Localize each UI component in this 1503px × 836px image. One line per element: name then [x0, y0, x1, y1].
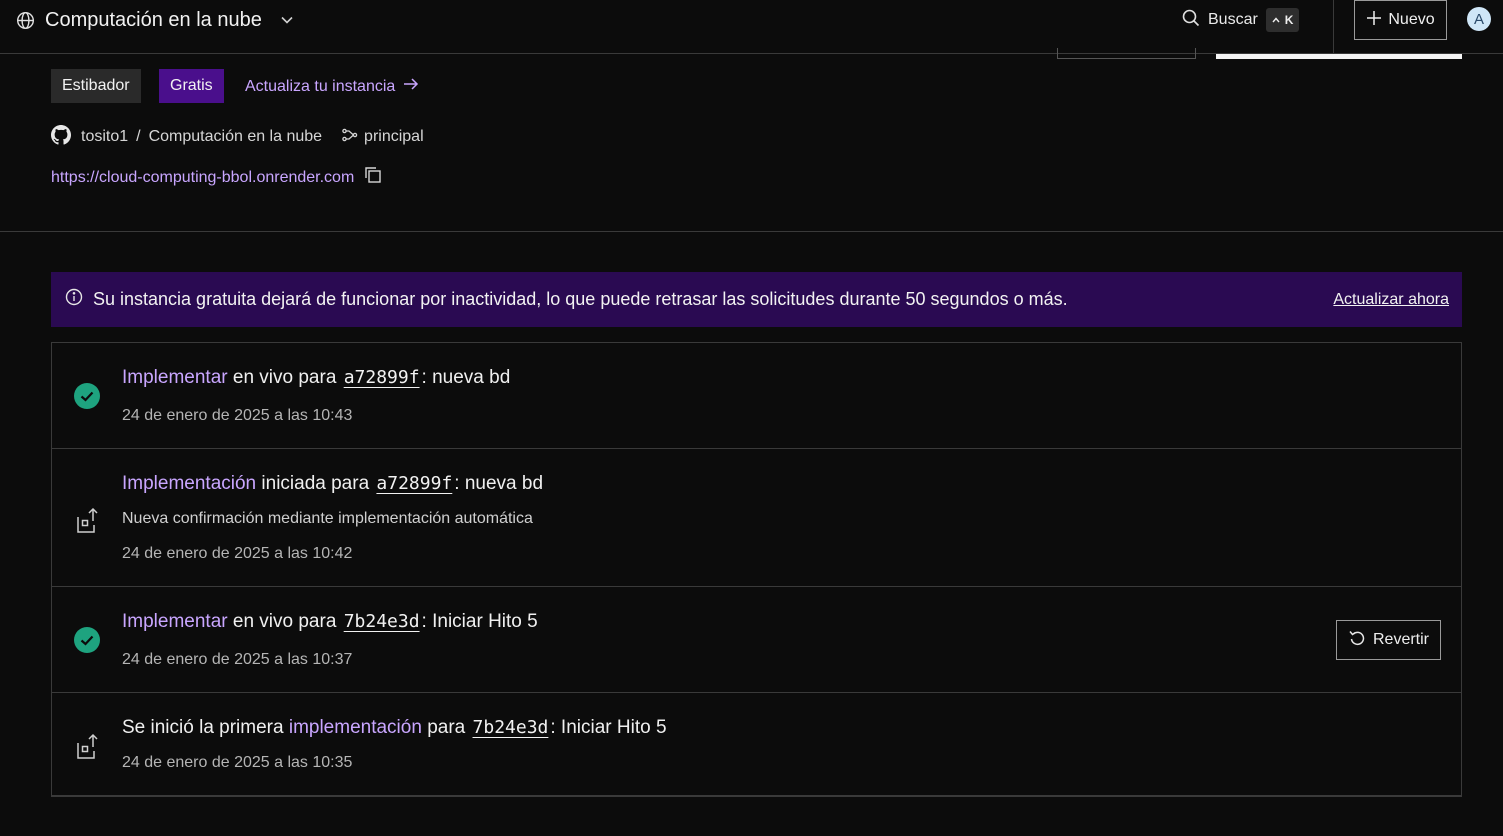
upgrade-now-link[interactable]: Actualizar ahora: [1333, 291, 1449, 309]
event-title: Se inició la primera implementación para…: [122, 717, 667, 739]
event-time: 24 de enero de 2025 a las 10:43: [122, 407, 353, 424]
upgrade-link-label: Actualiza tu instancia: [245, 77, 396, 95]
arrow-right-icon: [403, 77, 419, 96]
event-item: Se inició la primera implementación para…: [52, 693, 1461, 796]
rollback-button[interactable]: Revertir: [1336, 620, 1441, 660]
new-button-label: Nuevo: [1388, 11, 1435, 28]
header-action-button[interactable]: [1057, 48, 1196, 59]
plan-badge: Gratis: [159, 69, 224, 103]
plus-icon: [1366, 10, 1382, 31]
topbar-divider: [1333, 0, 1334, 54]
event-time: 24 de enero de 2025 a las 10:37: [122, 651, 353, 668]
event-middle: iniciada para: [256, 473, 375, 494]
search-icon: [1182, 9, 1200, 32]
repo-info: tosito1 / Computación en la nube princip…: [51, 124, 424, 150]
commit-sha-link[interactable]: 7b24e3d: [473, 717, 549, 738]
event-link[interactable]: Implementar: [122, 367, 228, 388]
event-title: Implementar en vivo para a72899f: nueva …: [122, 367, 510, 389]
globe-icon: [16, 11, 35, 30]
banner-message: Su instancia gratuita dejará de funciona…: [93, 289, 1068, 309]
section-divider: [0, 231, 1503, 232]
info-icon: [65, 288, 83, 311]
deploy-icon: [74, 505, 100, 540]
workspace-switcher[interactable]: Computación en la nube: [16, 8, 294, 32]
check-circle-icon: [74, 627, 100, 658]
event-time: 24 de enero de 2025 a las 10:42: [122, 545, 353, 562]
event-link[interactable]: implementación: [289, 717, 422, 738]
copy-icon[interactable]: [364, 166, 382, 189]
event-suffix: : nueva bd: [421, 367, 511, 388]
repo-separator: /: [136, 128, 141, 145]
event-title: Implementación iniciada para a72899f: nu…: [122, 473, 543, 495]
github-icon: [51, 124, 71, 150]
event-item: Implementar en vivo para 7b24e3d: Inicia…: [52, 587, 1461, 693]
new-button[interactable]: Nuevo: [1354, 0, 1447, 40]
service-url: https://cloud-computing-bbol.onrender.co…: [51, 166, 382, 189]
event-title: Implementar en vivo para 7b24e3d: Inicia…: [122, 611, 538, 633]
event-middle: en vivo para: [227, 611, 342, 632]
search-shortcut: K: [1265, 8, 1300, 32]
service-url-link[interactable]: https://cloud-computing-bbol.onrender.co…: [51, 169, 354, 187]
commit-sha-link[interactable]: a72899f: [344, 367, 420, 388]
event-middle: en vivo para: [227, 367, 342, 388]
event-item: Implementar en vivo para a72899f: nueva …: [52, 343, 1461, 449]
events-list: Implementar en vivo para a72899f: nueva …: [51, 342, 1462, 797]
check-circle-icon: [74, 383, 100, 414]
event-suffix: : Iniciar Hito 5: [550, 717, 667, 738]
rollback-icon: [1348, 629, 1366, 652]
search-label: Buscar: [1208, 11, 1258, 28]
service-type-badge: Estibador: [51, 69, 141, 103]
git-branch-icon: [342, 128, 358, 147]
event-prefix: Se inició la primera: [122, 717, 289, 738]
search-button[interactable]: Buscar K: [1182, 8, 1300, 32]
rollback-label: Revertir: [1372, 631, 1429, 648]
commit-sha-link[interactable]: 7b24e3d: [344, 611, 420, 632]
branch-info: principal: [342, 128, 424, 147]
inactivity-banner: Su instancia gratuita dejará de funciona…: [51, 272, 1462, 327]
chevron-down-icon: [280, 13, 294, 27]
repo-owner-link[interactable]: tosito1: [81, 128, 128, 146]
event-middle: para: [421, 717, 471, 738]
workspace-name: Computación en la nube: [45, 8, 262, 31]
top-bar: Computación en la nube Buscar K Nuevo A: [0, 0, 1503, 54]
repo-name-link[interactable]: Computación en la nube: [149, 128, 322, 146]
avatar[interactable]: A: [1467, 7, 1491, 31]
event-time: 24 de enero de 2025 a las 10:35: [122, 754, 353, 771]
caret-icon: [1272, 13, 1280, 27]
event-link[interactable]: Implementar: [122, 611, 228, 632]
deploy-icon: [74, 731, 100, 766]
commit-sha-link[interactable]: a72899f: [376, 473, 452, 494]
event-link[interactable]: Implementación: [122, 473, 256, 494]
event-subtitle: Nueva confirmación mediante implementaci…: [122, 510, 533, 527]
event-suffix: : Iniciar Hito 5: [421, 611, 538, 632]
shortcut-key: K: [1284, 13, 1294, 27]
event-suffix: : nueva bd: [454, 473, 544, 494]
branch-name: principal: [364, 128, 424, 145]
header-primary-button[interactable]: [1216, 54, 1462, 59]
event-item: Implementación iniciada para a72899f: nu…: [52, 449, 1461, 587]
upgrade-instance-link[interactable]: Actualiza tu instancia: [245, 77, 419, 96]
